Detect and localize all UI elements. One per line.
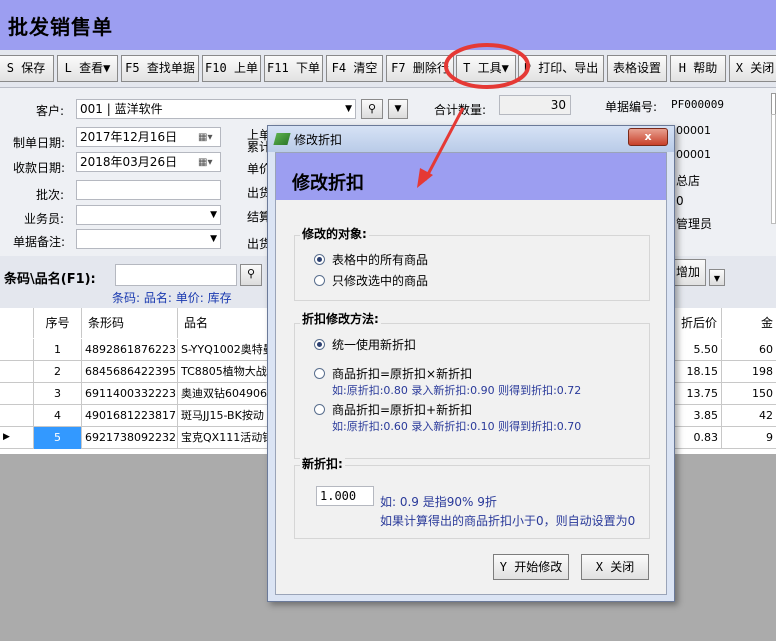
header-price[interactable]: 折后价 — [674, 308, 722, 338]
date-label: 制单日期: — [13, 136, 66, 150]
customer-label: 客户: — [36, 104, 65, 118]
multiply-hint: 如:原折扣:0.80 录入新折扣:0.90 则得到折扣:0.72 — [332, 384, 582, 397]
radio-add-discount[interactable] — [314, 404, 325, 415]
next-document-button[interactable]: F11 下单 — [264, 55, 323, 82]
header-name[interactable]: 品名 — [178, 308, 276, 338]
modify-discount-dialog: 修改折扣 x 修改折扣 修改的对象: 表格中的所有商品 只修改选中的商品 折扣修… — [267, 125, 675, 602]
staff-label: 业务员: — [24, 212, 65, 226]
right-value: 00001 — [676, 124, 711, 137]
edge-panel — [771, 114, 776, 224]
app-icon — [273, 133, 291, 145]
new-discount-hint: 如: 0.9 是指90% 9折 — [380, 495, 497, 509]
new-discount-note: 如果计算得出的商品折扣小于0，则自动设置为0 — [380, 514, 636, 528]
doc-number-label: 单据编号: — [605, 100, 658, 114]
app-title: 批发销售单 — [8, 15, 113, 39]
batch-input[interactable] — [76, 180, 221, 200]
customer-search-icon[interactable]: ⚲ — [361, 99, 383, 119]
dialog-heading: 修改折扣 — [292, 173, 364, 194]
radio-multiply-discount[interactable] — [314, 368, 325, 379]
customer-dropdown-button[interactable]: ▼ — [388, 99, 408, 119]
date-value: 2017年12月16日 — [80, 130, 178, 144]
note-select[interactable]: ▼ — [76, 229, 221, 249]
right-value: 管理员 — [676, 217, 713, 231]
note-label: 单据备注: — [13, 235, 66, 249]
toolbar: S 保存 L 查看▼ F5 查找单据 F10 上单 F11 下单 F4 清空 F… — [0, 50, 776, 88]
radio-all-items[interactable] — [314, 254, 325, 265]
dialog-header: 修改折扣 — [276, 153, 666, 200]
dialog-close-icon[interactable]: x — [628, 128, 668, 146]
search-label: 条码\品名(F1): — [4, 272, 96, 287]
calendar-icon[interactable]: ▦▾ — [198, 129, 218, 145]
date-picker[interactable]: 2017年12月16日 ▦▾ — [76, 127, 221, 147]
table-settings-button[interactable]: 表格设置 — [607, 55, 667, 82]
edge-button[interactable] — [771, 93, 776, 115]
new-discount-input[interactable]: 1.000 — [316, 486, 374, 506]
radio-selected-items-label[interactable]: 只修改选中的商品 — [332, 272, 428, 289]
print-export-button[interactable]: P 打印、导出 — [518, 55, 604, 82]
new-discount-title: 新折扣: — [300, 455, 345, 472]
view-button[interactable]: L 查看▼ — [57, 55, 118, 82]
header-no[interactable]: 序号 — [34, 308, 82, 338]
customer-value: 001 | 蓝洋软件 — [80, 102, 163, 116]
dialog-title: 修改折扣 — [294, 133, 343, 147]
total-qty-value: 30 — [499, 95, 571, 115]
previous-document-button[interactable]: F10 上单 — [202, 55, 261, 82]
app-title-bar: 批发销售单 — [0, 0, 776, 50]
batch-label: 批次: — [36, 188, 65, 202]
target-group-title: 修改的对象: — [300, 225, 369, 242]
right-value: 总店 — [676, 174, 701, 188]
radio-all-items-label[interactable]: 表格中的所有商品 — [332, 251, 428, 268]
radio-uniform-discount-label[interactable]: 统一使用新折扣 — [332, 336, 416, 353]
start-modify-button[interactable]: Y 开始修改 — [493, 554, 569, 580]
delete-row-button[interactable]: F7 删除行 — [386, 55, 454, 82]
staff-select[interactable]: ▼ — [76, 205, 221, 225]
due-date-picker[interactable]: 2018年03月26日 ▦▾ — [76, 152, 221, 172]
search-icon[interactable]: ⚲ — [240, 264, 262, 286]
tools-button[interactable]: T 工具▼ — [456, 55, 516, 82]
search-input[interactable] — [115, 264, 237, 286]
chevron-down-icon[interactable]: ▼ — [210, 206, 217, 224]
chevron-down-icon[interactable]: ▼ — [345, 100, 352, 118]
header-amount[interactable]: 金 — [722, 308, 776, 338]
header-barcode[interactable]: 条形码 — [82, 308, 178, 338]
save-button[interactable]: S 保存 — [0, 55, 54, 82]
target-group — [294, 235, 650, 301]
total-qty-label: 合计数量: — [434, 103, 487, 117]
radio-uniform-discount[interactable] — [314, 339, 325, 350]
due-date-label: 收款日期: — [13, 161, 66, 175]
row-pointer-icon: ▶ — [0, 427, 34, 449]
method-group-title: 折扣修改方法: — [300, 310, 381, 327]
clear-button[interactable]: F4 清空 — [326, 55, 383, 82]
find-document-button[interactable]: F5 查找单据 — [121, 55, 199, 82]
calendar-icon[interactable]: ▦▾ — [198, 154, 218, 170]
customer-select[interactable]: 001 | 蓝洋软件 ▼ — [76, 99, 356, 119]
due-date-value: 2018年03月26日 — [80, 155, 178, 169]
help-button[interactable]: H 帮助 — [670, 55, 726, 82]
right-value: 00001 — [676, 148, 711, 161]
radio-add-discount-label[interactable]: 商品折扣=原折扣+新折扣 — [332, 401, 472, 418]
dialog-body: 修改折扣 修改的对象: 表格中的所有商品 只修改选中的商品 折扣修改方法: 统一… — [275, 152, 667, 595]
add-button[interactable]: 增加 — [670, 259, 706, 286]
dialog-close-button[interactable]: X 关闭 — [581, 554, 649, 580]
add-dropdown-button[interactable]: ▼ — [709, 269, 725, 286]
right-value: 0 — [676, 194, 684, 208]
doc-number-value: PF000009 — [671, 98, 724, 111]
chevron-down-icon[interactable]: ▼ — [210, 230, 217, 248]
radio-selected-items[interactable] — [314, 275, 325, 286]
add-hint: 如:原折扣:0.60 录入新折扣:0.10 则得到折扣:0.70 — [332, 420, 582, 433]
radio-multiply-discount-label[interactable]: 商品折扣=原折扣×新折扣 — [332, 365, 472, 382]
search-hint: 条码: 品名: 单价: 库存 — [112, 291, 232, 305]
dialog-title-bar[interactable]: 修改折扣 x — [268, 126, 674, 152]
close-button[interactable]: X 关闭 — [729, 55, 776, 82]
